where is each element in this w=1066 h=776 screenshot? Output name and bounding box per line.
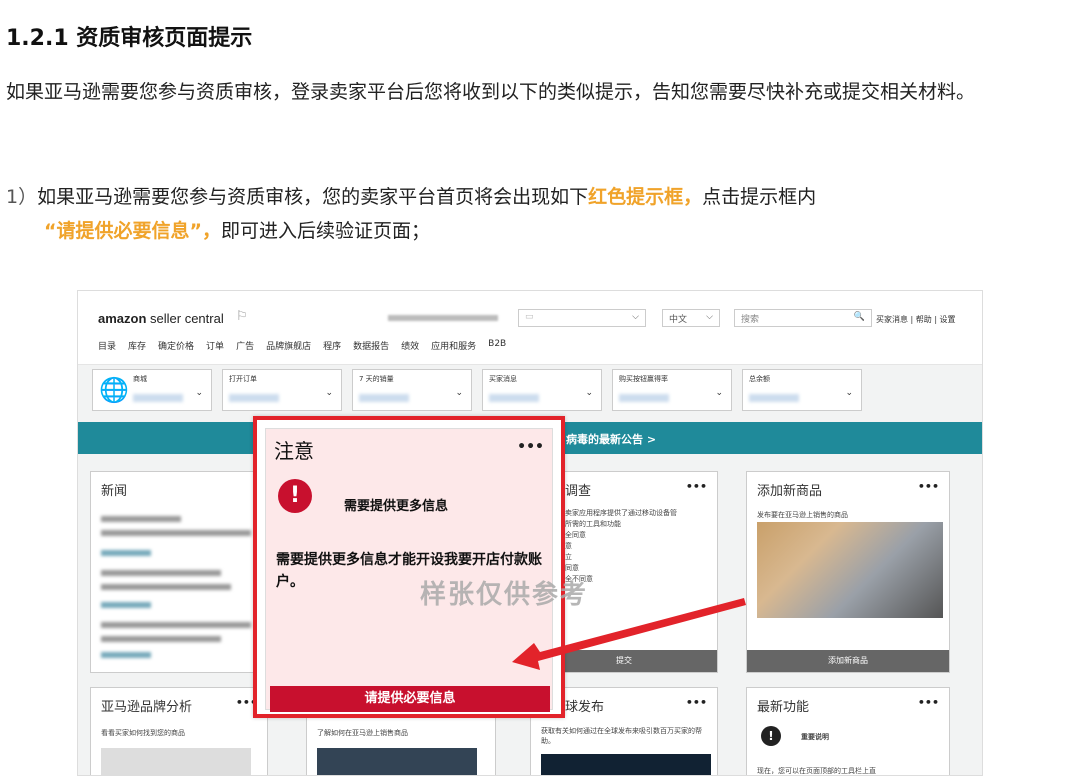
red-arrow-icon	[512, 598, 746, 670]
